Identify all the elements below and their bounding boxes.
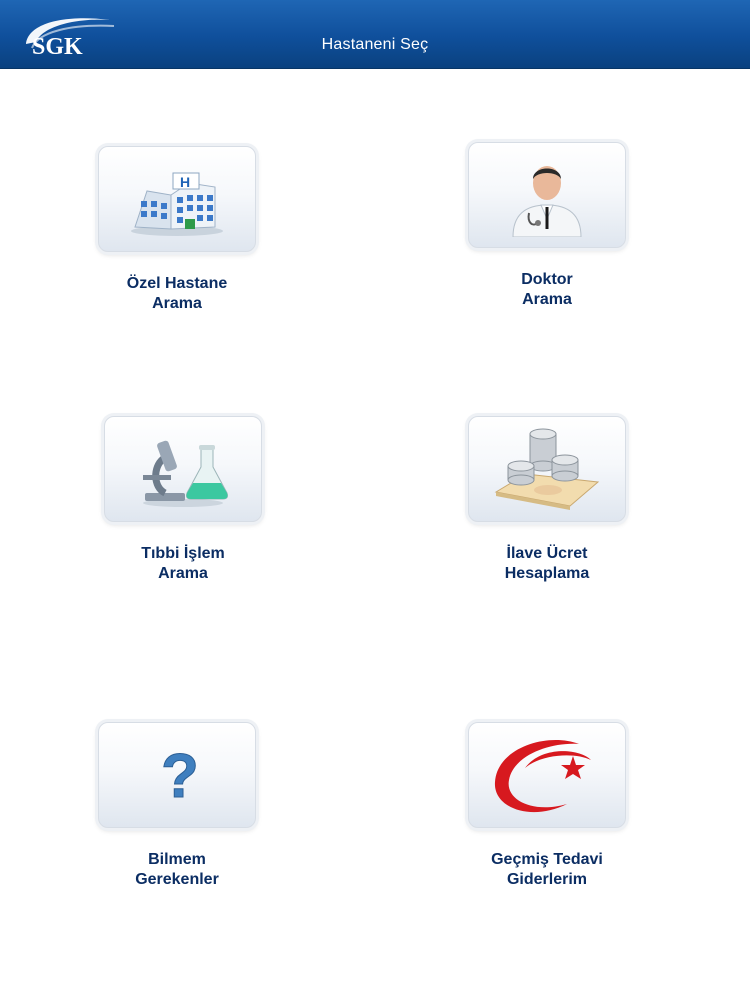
tile-label: Bilmem Gerekenler	[135, 851, 219, 888]
app-header: SGK Hastaneni Seç	[0, 0, 750, 69]
tile-label: Özel Hastane Arama	[126, 275, 228, 312]
hospital-icon: H	[131, 172, 223, 236]
tile-box[interactable]	[468, 416, 626, 522]
tile-box[interactable]: H	[98, 146, 256, 252]
tile-label: Doktor Arama	[521, 271, 573, 308]
svg-text:?: ?	[161, 745, 197, 805]
doctor-icon	[512, 166, 582, 237]
extra-fee-calculation-button[interactable]: İlave Ücret Hesaplama	[468, 416, 626, 584]
doctor-search-button[interactable]: Doktor Arama	[468, 142, 626, 310]
crescent-star-icon	[494, 740, 591, 813]
tile-label: Geçmiş Tedavi Giderlerim	[491, 851, 603, 888]
tile-label: Tıbbi İşlem Arama	[141, 545, 225, 582]
tile-box[interactable]: ?	[98, 722, 256, 828]
microscope-icon	[143, 440, 228, 507]
question-mark-icon: ?	[161, 745, 198, 805]
coins-icon	[494, 428, 600, 510]
need-to-know-button[interactable]: ? Bilmem Gerekenler	[98, 722, 256, 890]
page-title: Hastaneni Seç	[321, 36, 429, 53]
tile-box[interactable]	[468, 142, 626, 248]
tile-box[interactable]	[104, 416, 262, 522]
tile-box[interactable]	[468, 722, 626, 828]
medical-procedure-search-button[interactable]: Tıbbi İşlem Arama	[104, 416, 262, 584]
past-treatment-expenses-button[interactable]: Geçmiş Tedavi Giderlerim	[468, 722, 626, 890]
svg-text:H: H	[180, 174, 190, 190]
private-hospital-search-button[interactable]: H Özel Hastane Arama	[98, 146, 256, 314]
tile-label: İlave Ücret Hesaplama	[504, 545, 590, 582]
